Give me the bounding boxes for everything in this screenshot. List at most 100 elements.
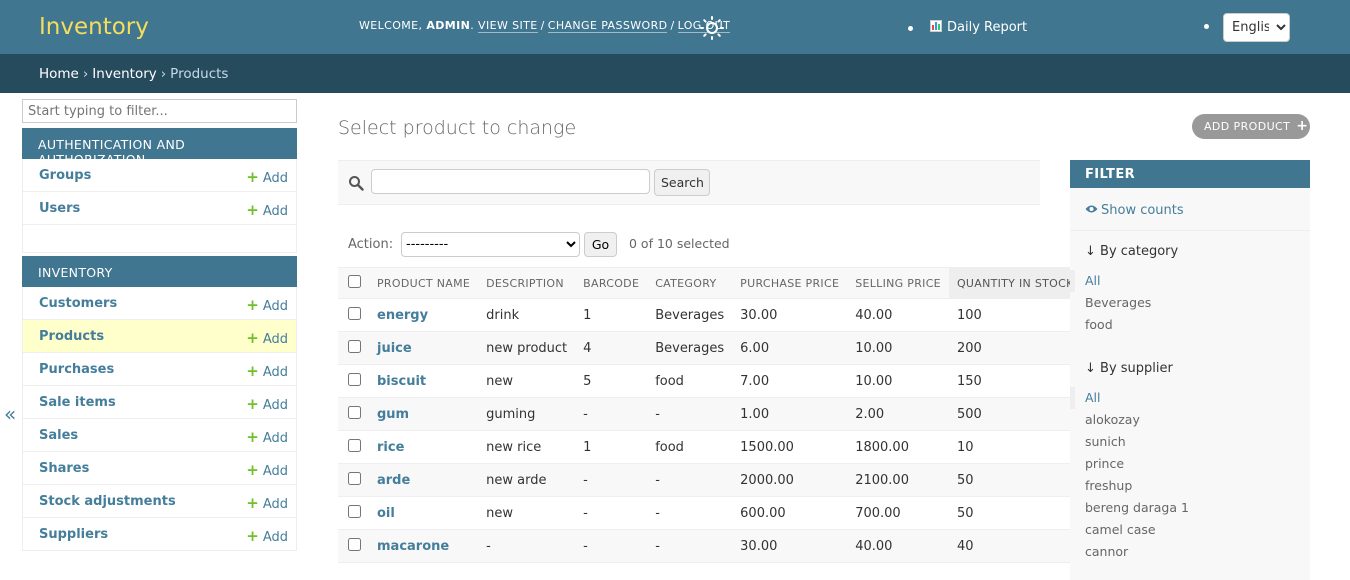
filter-option-link[interactable]: All xyxy=(1085,273,1101,288)
collapse-sidebar-icon[interactable]: « xyxy=(4,402,16,426)
sidebar-item-shares[interactable]: Shares + Add xyxy=(22,452,297,485)
breadcrumb-app[interactable]: Inventory xyxy=(92,66,156,82)
sidebar-item-sale-items[interactable]: Sale items + Add xyxy=(22,386,297,419)
sidebar-item-products[interactable]: Products + Add xyxy=(22,320,297,353)
search-input[interactable] xyxy=(371,169,650,194)
add-purchases-link[interactable]: + Add xyxy=(246,362,288,380)
product-name-link[interactable]: biscuit xyxy=(377,374,426,389)
add-users-link[interactable]: + Add xyxy=(246,201,288,219)
column-header-barcode[interactable]: BARCODE xyxy=(575,267,648,299)
filter-option[interactable]: Beverages xyxy=(1070,292,1310,314)
column-header-selling-price[interactable]: SELLING PRICE xyxy=(847,267,949,299)
app-caption-auth[interactable]: AUTHENTICATION AND AUTHORIZATION xyxy=(22,128,297,167)
add-shares-link[interactable]: + Add xyxy=(246,461,288,479)
supplier-filter-list: All alokozay sunich prince freshup beren… xyxy=(1070,387,1310,563)
cell-description: new xyxy=(478,496,576,530)
sidebar-item-suppliers[interactable]: Suppliers + Add xyxy=(22,518,297,551)
theme-toggle-sun-icon[interactable] xyxy=(700,16,724,40)
sidebar-item-label[interactable]: Purchases xyxy=(39,362,114,377)
filter-option-link[interactable]: All xyxy=(1085,390,1101,405)
sidebar-item-label[interactable]: Users xyxy=(39,201,80,216)
site-brand[interactable]: Inventory xyxy=(39,14,149,40)
go-button[interactable]: Go xyxy=(584,232,617,257)
product-name-link[interactable]: arde xyxy=(377,473,410,488)
sidebar-item-label[interactable]: Customers xyxy=(39,296,117,311)
breadcrumb-home[interactable]: Home xyxy=(39,66,79,82)
filter-option-link[interactable]: alokozay xyxy=(1085,412,1140,427)
add-product-button[interactable]: ADD PRODUCT + xyxy=(1192,114,1310,139)
product-name-link[interactable]: rice xyxy=(377,440,404,455)
column-header-product-name[interactable]: PRODUCT NAME xyxy=(369,267,479,299)
row-checkbox[interactable] xyxy=(348,372,361,386)
product-name-link[interactable]: energy xyxy=(377,308,428,323)
add-stock-adjustments-link[interactable]: + Add xyxy=(246,494,288,512)
select-all-checkbox[interactable] xyxy=(348,275,361,288)
add-sale-items-link[interactable]: + Add xyxy=(246,395,288,413)
cell-category: Beverages xyxy=(647,298,733,332)
filter-option[interactable]: bereng daraga 1 xyxy=(1070,497,1310,519)
language-select[interactable]: English xyxy=(1223,13,1290,42)
sidebar-item-label[interactable]: Products xyxy=(39,329,104,344)
search-button[interactable]: Search xyxy=(654,169,710,196)
row-checkbox[interactable] xyxy=(348,504,361,518)
filter-option[interactable]: All xyxy=(1070,270,1310,292)
row-checkbox[interactable] xyxy=(348,471,361,485)
filter-option[interactable]: alokozay xyxy=(1070,409,1310,431)
row-checkbox[interactable] xyxy=(348,339,361,353)
product-name-link[interactable]: juice xyxy=(377,341,412,356)
filter-option[interactable]: All xyxy=(1070,387,1310,409)
row-checkbox[interactable] xyxy=(348,537,361,551)
nav-filter-input[interactable] xyxy=(22,99,297,123)
filter-option-link[interactable]: food xyxy=(1085,317,1113,332)
add-products-link[interactable]: + Add xyxy=(246,329,288,347)
sidebar-item-label[interactable]: Sales xyxy=(39,428,78,443)
sidebar-item-label[interactable]: Shares xyxy=(39,461,89,476)
filter-option-link[interactable]: cannor xyxy=(1085,544,1128,559)
filter-option-link[interactable]: bereng daraga 1 xyxy=(1085,500,1189,515)
cell-description: new product xyxy=(478,331,576,365)
sidebar-item-label[interactable]: Suppliers xyxy=(39,527,108,542)
sidebar-item-label[interactable]: Sale items xyxy=(39,395,116,410)
sidebar-item-label[interactable]: Stock adjustments xyxy=(39,494,176,509)
add-groups-link[interactable]: + Add xyxy=(246,168,288,186)
row-checkbox[interactable] xyxy=(348,405,361,419)
sidebar-item-purchases[interactable]: Purchases + Add xyxy=(22,353,297,386)
change-password-link[interactable]: CHANGE PASSWORD xyxy=(547,19,668,33)
column-header-description[interactable]: DESCRIPTION xyxy=(478,267,576,299)
filter-option[interactable]: cannor xyxy=(1070,541,1310,563)
filter-option[interactable]: freshup xyxy=(1070,475,1310,497)
add-suppliers-link[interactable]: + Add xyxy=(246,527,288,545)
sidebar-item-label[interactable]: Groups xyxy=(39,168,91,183)
filter-option[interactable]: camel case xyxy=(1070,519,1310,541)
column-header-quantity-in-stock[interactable]: QUANTITY IN STOCK xyxy=(948,267,1082,299)
product-name-link[interactable]: macarone xyxy=(377,539,449,554)
column-header-purchase-price[interactable]: PURCHASE PRICE xyxy=(732,267,848,299)
filter-option-link[interactable]: camel case xyxy=(1085,522,1156,537)
filter-option-link[interactable]: sunich xyxy=(1085,434,1126,449)
row-checkbox[interactable] xyxy=(348,438,361,452)
filter-option[interactable]: sunich xyxy=(1070,431,1310,453)
daily-report-link[interactable]: Daily Report xyxy=(930,20,1027,35)
filter-option-link[interactable]: prince xyxy=(1085,456,1124,471)
sidebar-item-customers[interactable]: Customers + Add xyxy=(22,287,297,320)
row-checkbox[interactable] xyxy=(348,306,361,320)
filter-option[interactable]: prince xyxy=(1070,453,1310,475)
sidebar-item-users[interactable]: Users + Add xyxy=(22,192,297,225)
filter-option-link[interactable]: Beverages xyxy=(1085,295,1151,310)
filter-option[interactable]: food xyxy=(1070,314,1310,336)
add-customers-link[interactable]: + Add xyxy=(246,296,288,314)
cell-purchase-price: 7.00 xyxy=(732,364,848,398)
column-header-category[interactable]: CATEGORY xyxy=(647,267,733,299)
sidebar-item-sales[interactable]: Sales + Add xyxy=(22,419,297,452)
product-name-link[interactable]: oil xyxy=(377,506,395,521)
action-select[interactable]: --------- xyxy=(401,232,580,257)
sidebar-item-groups[interactable]: Groups + Add xyxy=(22,159,297,192)
app-caption-inventory[interactable]: INVENTORY xyxy=(22,256,297,287)
cell-barcode: - xyxy=(575,397,648,431)
add-sales-link[interactable]: + Add xyxy=(246,428,288,446)
show-counts-link[interactable]: Show counts xyxy=(1085,203,1184,218)
view-site-link[interactable]: VIEW SITE xyxy=(478,19,538,33)
product-name-link[interactable]: gum xyxy=(377,407,409,422)
filter-option-link[interactable]: freshup xyxy=(1085,478,1132,493)
sidebar-item-stock-adjustments[interactable]: Stock adjustments + Add xyxy=(22,485,297,518)
